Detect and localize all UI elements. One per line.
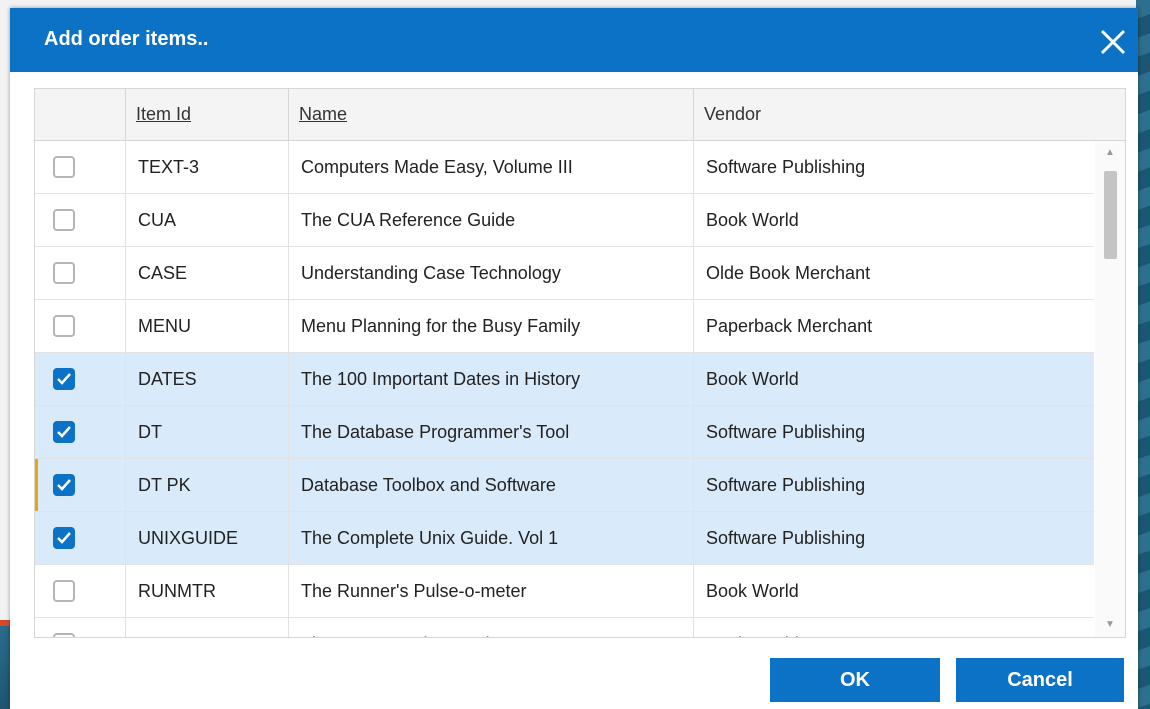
cell-name: The Database Programmer's Tool bbox=[289, 406, 694, 458]
scroll-thumb[interactable] bbox=[1104, 171, 1117, 259]
header-vendor[interactable]: Vendor bbox=[694, 89, 1125, 140]
row-checkbox-cell[interactable] bbox=[35, 194, 126, 246]
items-grid: Item Id Name Vendor TEXT-3 Computers Made… bbox=[34, 88, 1126, 638]
checkmark-icon bbox=[57, 532, 71, 544]
table-row[interactable]: CASE Understanding Case Technology Olde Bo… bbox=[35, 247, 1094, 300]
cell-item-id: DATES bbox=[126, 353, 289, 405]
table-row[interactable]: CUA The CUA Reference Guide Book World bbox=[35, 194, 1094, 247]
cell-item-id: DT PK bbox=[126, 459, 289, 511]
cell-name: Computers Made Easy, Volume III bbox=[289, 141, 694, 193]
cell-item-id: CUA bbox=[126, 194, 289, 246]
cell-name: Menu Planning for the Busy Family bbox=[289, 300, 694, 352]
cell-name: The Complete Unix Guide. Vol 1 bbox=[289, 512, 694, 564]
cancel-button[interactable]: Cancel bbox=[956, 658, 1124, 702]
row-checkbox[interactable] bbox=[53, 474, 75, 496]
table-row[interactable]: UNIXGUIDE The Complete Unix Guide. Vol 1 S… bbox=[35, 512, 1094, 565]
add-order-items-dialog: Add order items.. Item Id Name Vendor TE… bbox=[10, 8, 1138, 709]
row-checkbox[interactable] bbox=[53, 368, 75, 390]
row-checkbox[interactable] bbox=[53, 156, 75, 178]
row-checkbox-cell[interactable] bbox=[35, 353, 126, 405]
cell-name: The Runner's Timer Pulse Heart bbox=[289, 618, 694, 637]
cell-item-id: TEXT-3 bbox=[126, 141, 289, 193]
row-checkbox-cell[interactable] bbox=[35, 565, 126, 617]
row-checkbox-cell[interactable] bbox=[35, 300, 126, 352]
checkmark-icon bbox=[57, 479, 71, 491]
cell-item-id: CASE bbox=[126, 247, 289, 299]
grid-header: Item Id Name Vendor bbox=[35, 89, 1125, 141]
row-checkbox-cell[interactable] bbox=[35, 459, 126, 511]
header-item-id[interactable]: Item Id bbox=[126, 89, 289, 140]
table-row[interactable]: MENU Menu Planning for the Busy Family Pap… bbox=[35, 300, 1094, 353]
cell-vendor: Book World bbox=[694, 618, 1094, 638]
scroll-up-icon[interactable]: ▲ bbox=[1095, 143, 1125, 163]
row-checkbox-cell[interactable] bbox=[35, 512, 126, 564]
row-checkbox-cell[interactable] bbox=[35, 406, 126, 458]
table-row[interactable]: DT PK Database Toolbox and Software Softwa… bbox=[35, 459, 1094, 512]
header-select-column bbox=[35, 89, 126, 140]
cell-name: The Runner's Pulse-o-meter bbox=[289, 565, 694, 617]
cell-vendor: Olde Book Merchant bbox=[706, 262, 871, 283]
cell-item-id: UNIXGUIDE bbox=[126, 512, 289, 564]
cell-item-id: MENU bbox=[126, 300, 289, 352]
table-row[interactable]: DATES The 100 Important Dates in History B… bbox=[35, 353, 1094, 406]
cell-vendor: Software Publishing bbox=[706, 474, 866, 495]
cell-name: The CUA Reference Guide bbox=[289, 194, 694, 246]
cell-vendor: Paperback Merchant bbox=[706, 315, 873, 336]
background-right bbox=[1136, 0, 1150, 709]
cell-name: Database Toolbox and Software bbox=[289, 459, 694, 511]
cell-item-id: DT bbox=[126, 406, 289, 458]
table-row[interactable]: DT The Database Programmer's Tool Software… bbox=[35, 406, 1094, 459]
row-checkbox[interactable] bbox=[53, 527, 75, 549]
cell-vendor: Book World bbox=[706, 368, 799, 389]
cell-vendor: Software Publishing bbox=[706, 421, 866, 442]
header-name[interactable]: Name bbox=[289, 89, 694, 140]
scroll-down-icon[interactable]: ▼ bbox=[1095, 615, 1125, 635]
cell-name: The 100 Important Dates in History bbox=[289, 353, 694, 405]
row-checkbox[interactable] bbox=[53, 633, 75, 637]
cell-vendor: Book World bbox=[706, 580, 799, 601]
cell-vendor: Software Publishing bbox=[706, 156, 866, 177]
row-checkbox[interactable] bbox=[53, 580, 75, 602]
grid-rows: TEXT-3 Computers Made Easy, Volume III Sof… bbox=[35, 141, 1094, 638]
row-checkbox[interactable] bbox=[53, 421, 75, 443]
table-row[interactable]: RUNMTR2The Runner's Timer Pulse HeartBoo… bbox=[35, 618, 1094, 638]
row-checkbox[interactable] bbox=[53, 262, 75, 284]
ok-button[interactable]: OK bbox=[770, 658, 940, 702]
checkmark-icon bbox=[57, 373, 71, 385]
row-checkbox-cell[interactable] bbox=[35, 618, 126, 637]
cell-vendor: Book World bbox=[706, 209, 799, 230]
cell-vendor: Software Publishing bbox=[706, 527, 866, 548]
row-checkbox[interactable] bbox=[53, 315, 75, 337]
table-row[interactable]: RUNMTR The Runner's Pulse-o-meter Book Wor… bbox=[35, 565, 1094, 618]
row-checkbox-cell[interactable] bbox=[35, 247, 126, 299]
row-checkbox-cell[interactable] bbox=[35, 141, 126, 193]
table-row[interactable]: TEXT-3 Computers Made Easy, Volume III Sof… bbox=[35, 141, 1094, 194]
close-icon[interactable] bbox=[1096, 25, 1130, 59]
dialog-titlebar: Add order items.. bbox=[10, 8, 1138, 72]
cell-name: Understanding Case Technology bbox=[289, 247, 694, 299]
cell-item-id: RUNMTR bbox=[126, 565, 289, 617]
row-checkbox[interactable] bbox=[53, 209, 75, 231]
checkmark-icon bbox=[57, 426, 71, 438]
dialog-title: Add order items.. bbox=[44, 28, 209, 50]
grid-scrollbar[interactable]: ▲ ▼ bbox=[1095, 141, 1125, 637]
cell-item-id: RUNMTR2 bbox=[126, 618, 289, 637]
